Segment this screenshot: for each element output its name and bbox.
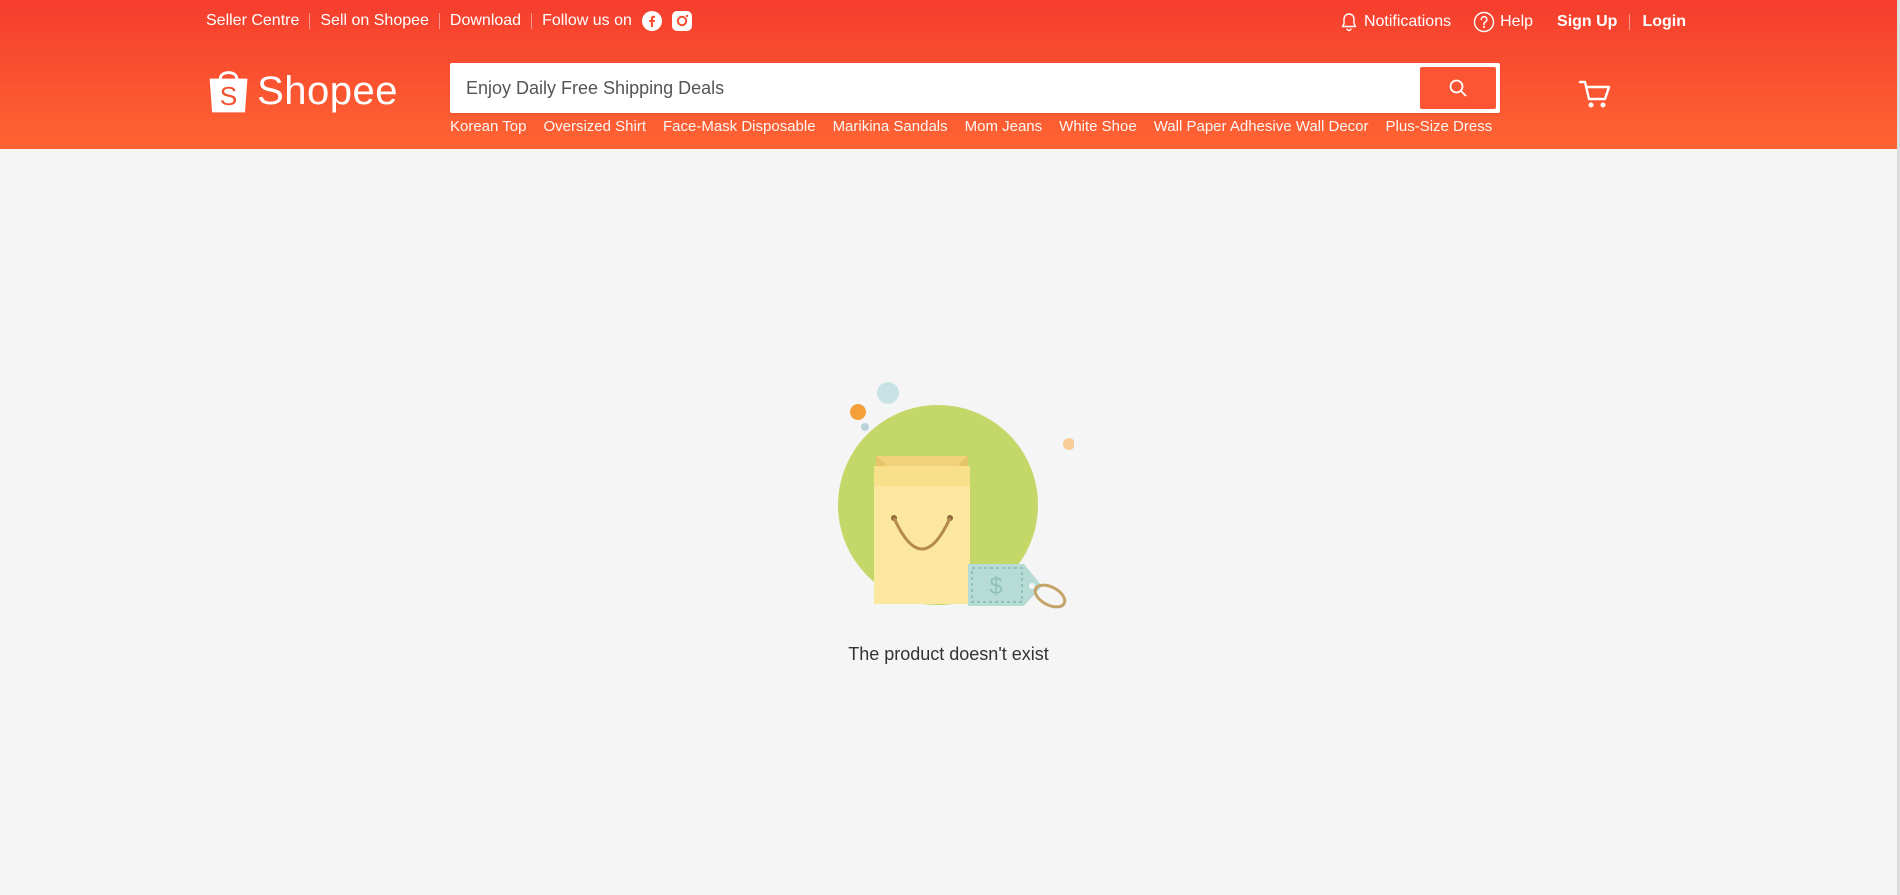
suggestion-link[interactable]: Marikina Sandals: [833, 118, 948, 135]
search-suggestions: Korean Top Oversized Shirt Face-Mask Dis…: [450, 118, 1509, 135]
help-button[interactable]: Help: [1473, 11, 1533, 33]
help-icon: [1473, 11, 1495, 33]
shopee-bag-icon: S: [209, 71, 248, 113]
help-label: Help: [1500, 13, 1534, 30]
sell-on-shopee-link[interactable]: Sell on Shopee: [310, 11, 439, 31]
top-navbar-right: Notifications Help Sign Up Login: [1317, 11, 1686, 33]
follow-us-label: Follow us on: [542, 12, 632, 29]
search-bar: [450, 63, 1500, 113]
seller-centre-link[interactable]: Seller Centre: [206, 11, 309, 31]
login-link[interactable]: Login: [1630, 12, 1686, 32]
instagram-icon[interactable]: [671, 11, 692, 31]
suggestion-link[interactable]: Korean Top: [450, 118, 526, 135]
search-icon: [1449, 79, 1467, 97]
bell-icon: [1341, 13, 1357, 32]
shopee-logo[interactable]: S Shopee: [208, 60, 398, 122]
suggestion-link[interactable]: Face-Mask Disposable: [663, 118, 816, 135]
suggestion-link[interactable]: Wall Paper Adhesive Wall Decor: [1154, 118, 1369, 135]
top-navbar-left: Seller Centre Sell on Shopee Download Fo…: [206, 11, 692, 31]
download-link[interactable]: Download: [440, 11, 531, 31]
facebook-icon[interactable]: [641, 11, 662, 31]
header: Seller Centre Sell on Shopee Download Fo…: [0, 0, 1897, 149]
search-input[interactable]: [466, 63, 1406, 113]
logo-wordmark: Shopee: [257, 69, 398, 113]
suggestion-link[interactable]: Plus-Size Dress: [1386, 118, 1493, 135]
bag-letter: S: [220, 81, 238, 111]
sign-up-link[interactable]: Sign Up: [1545, 12, 1629, 32]
empty-state-message: The product doesn't exist: [848, 644, 1049, 664]
suggestion-link[interactable]: Oversized Shirt: [543, 118, 646, 135]
suggestion-link[interactable]: Mom Jeans: [965, 118, 1043, 135]
notifications-label: Notifications: [1363, 13, 1452, 30]
shopping-cart-icon[interactable]: [1578, 77, 1612, 111]
empty-product-illustration: $: [814, 380, 1075, 620]
page: Seller Centre Sell on Shopee Download Fo…: [0, 0, 1900, 895]
search-button[interactable]: [1420, 67, 1496, 109]
suggestion-link[interactable]: White Shoe: [1059, 118, 1137, 135]
top-navbar: Seller Centre Sell on Shopee Download Fo…: [206, 0, 1686, 42]
follow-us: Follow us on: [532, 11, 692, 31]
notifications-button[interactable]: Notifications: [1339, 12, 1451, 32]
price-tag-symbol: $: [989, 573, 1002, 600]
